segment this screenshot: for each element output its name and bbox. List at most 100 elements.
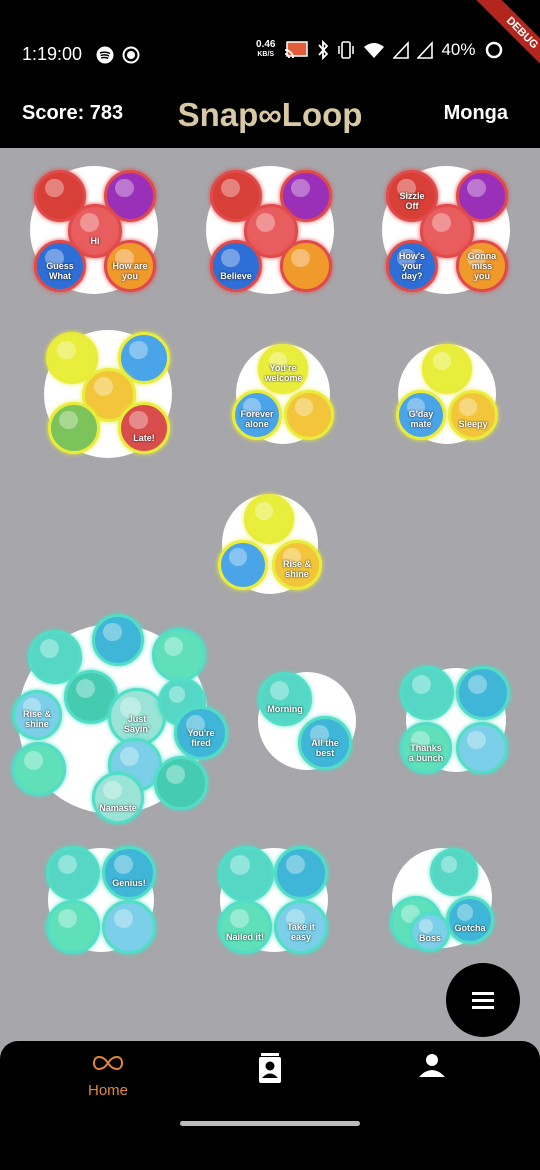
sticker-highlight bbox=[411, 674, 431, 694]
sticker[interactable]: How are you bbox=[104, 240, 156, 292]
person-icon bbox=[419, 1054, 445, 1077]
sticker[interactable] bbox=[218, 540, 268, 590]
sticker[interactable]: Rise & shine bbox=[12, 690, 62, 740]
sticker-grid: Hi Guess What How are you Believe Sizzle Off… bbox=[0, 148, 540, 1041]
sticker-caption: Genius! bbox=[112, 878, 146, 889]
sticker[interactable] bbox=[284, 390, 334, 440]
sticker-caption: How are you bbox=[112, 260, 148, 281]
sticker-highlight bbox=[467, 730, 486, 749]
sticker[interactable] bbox=[456, 722, 508, 774]
sticker[interactable]: Gotcha bbox=[446, 896, 494, 944]
sticker[interactable] bbox=[92, 614, 144, 666]
sticker[interactable]: Boss bbox=[410, 912, 450, 952]
sticker-caption: Sizzle Off bbox=[399, 190, 425, 211]
sticker[interactable]: You're welcome bbox=[258, 344, 308, 394]
sticker[interactable]: Namaste bbox=[92, 772, 144, 824]
sticker-cluster[interactable]: Rise & shine bbox=[216, 494, 324, 594]
sticker-highlight bbox=[119, 746, 139, 766]
sticker[interactable] bbox=[430, 848, 478, 896]
status-time: 1:19:00 bbox=[22, 44, 83, 64]
sticker-caption: Rise & shine bbox=[282, 559, 311, 580]
sticker-cluster[interactable]: Hi Guess What How are you bbox=[30, 166, 158, 294]
sticker[interactable]: Rise & shine bbox=[272, 540, 322, 590]
sticker-highlight bbox=[57, 340, 76, 359]
sticker[interactable] bbox=[152, 628, 206, 682]
vibrate-icon bbox=[338, 41, 355, 59]
sticker[interactable] bbox=[48, 402, 100, 454]
record-icon bbox=[122, 46, 140, 64]
nav-item-contacts[interactable] bbox=[210, 1053, 330, 1090]
sticker[interactable]: Genius! bbox=[102, 846, 156, 900]
sticker-highlight bbox=[168, 686, 186, 703]
sticker[interactable]: Thanks a bunch bbox=[400, 722, 452, 774]
sticker-cluster[interactable]: Nailed it! Take it easy bbox=[218, 846, 330, 954]
sticker-highlight bbox=[115, 178, 134, 197]
sticker[interactable]: All the best bbox=[298, 716, 352, 770]
sticker[interactable]: Morning bbox=[258, 672, 312, 726]
sticker[interactable] bbox=[46, 846, 100, 900]
sticker-caption: Gonna miss you bbox=[467, 250, 497, 281]
sticker[interactable]: Take it easy bbox=[274, 900, 328, 954]
sticker-highlight bbox=[163, 636, 183, 656]
menu-fab-button[interactable] bbox=[446, 963, 520, 1037]
sticker[interactable]: Forever alone bbox=[232, 390, 282, 440]
sticker-highlight bbox=[228, 548, 247, 566]
sticker[interactable] bbox=[456, 666, 510, 720]
sticker-highlight bbox=[467, 674, 487, 694]
sticker-highlight bbox=[229, 908, 249, 928]
username-label[interactable]: Monga bbox=[444, 102, 508, 125]
sticker[interactable]: You're fired bbox=[174, 706, 228, 760]
sticker[interactable]: G'day mate bbox=[396, 390, 446, 440]
sticker[interactable]: Late! bbox=[118, 402, 170, 454]
sticker-caption: Late! bbox=[133, 432, 155, 443]
wifi-icon bbox=[364, 43, 385, 58]
battery-icon bbox=[485, 41, 502, 59]
sticker[interactable] bbox=[102, 900, 156, 954]
sticker-highlight bbox=[254, 502, 273, 520]
sticker[interactable]: Guess What bbox=[34, 240, 86, 292]
sticker[interactable]: Gonna miss you bbox=[456, 240, 508, 292]
sticker-highlight bbox=[59, 410, 78, 429]
sticker[interactable]: Nailed it! bbox=[218, 900, 272, 954]
sticker-cluster[interactable]: You're welcome Forever alone bbox=[230, 344, 336, 444]
sticker-caption: G'day mate bbox=[408, 409, 434, 430]
sticker[interactable] bbox=[154, 756, 208, 810]
sticker-caption: Hi bbox=[90, 236, 100, 247]
sticker-cluster[interactable]: Genius! bbox=[46, 846, 156, 954]
sticker-highlight bbox=[57, 854, 77, 874]
sticker-highlight bbox=[129, 410, 148, 429]
sticker-cluster[interactable]: Thanks a bunch bbox=[400, 666, 512, 774]
app-bar: Score: 783 Snap∞Loop Monga bbox=[0, 96, 540, 148]
sticker-highlight bbox=[113, 908, 133, 928]
sticker-caption: How's your day? bbox=[398, 250, 426, 281]
signal-icon-2 bbox=[417, 41, 434, 59]
nav-item-profile[interactable] bbox=[372, 1053, 492, 1084]
nav-item-home[interactable]: Home bbox=[48, 1053, 168, 1099]
sticker-caption: Just Sayin' bbox=[123, 713, 151, 734]
sticker[interactable] bbox=[218, 846, 274, 902]
sticker-cluster[interactable]: Morning All the best bbox=[258, 672, 356, 770]
sticker[interactable] bbox=[46, 900, 100, 954]
sticker[interactable] bbox=[12, 742, 66, 796]
sticker-highlight bbox=[255, 212, 275, 232]
sticker-cluster[interactable]: Gotcha Boss bbox=[390, 848, 494, 952]
sticker[interactable] bbox=[274, 846, 328, 900]
sticker-highlight bbox=[113, 854, 133, 874]
sticker[interactable]: How's your day? bbox=[386, 240, 438, 292]
sticker[interactable]: Sleepy bbox=[448, 390, 498, 440]
sticker-cluster[interactable]: Rise & shine Just Sayin' You're fired Namas… bbox=[8, 614, 228, 824]
sticker-caption: Namaste bbox=[99, 802, 137, 813]
sticker[interactable] bbox=[244, 494, 294, 544]
sticker[interactable] bbox=[280, 240, 332, 292]
sticker[interactable] bbox=[400, 666, 454, 720]
sticker-cluster[interactable]: Sizzle Off How's your day? Gonna miss you bbox=[382, 166, 510, 294]
sticker-cluster[interactable]: Believe bbox=[206, 166, 334, 294]
sticker-highlight bbox=[221, 248, 240, 267]
sticker-cluster[interactable]: G'day mate Sleepy bbox=[394, 344, 500, 444]
sticker[interactable] bbox=[422, 344, 472, 394]
sticker-caption: Thanks a bunch bbox=[408, 742, 444, 763]
sticker-cluster[interactable]: Late! bbox=[44, 330, 172, 458]
sticker[interactable]: Believe bbox=[210, 240, 262, 292]
sticker-caption: You're welcome bbox=[264, 363, 303, 384]
infinity-icon bbox=[92, 1056, 124, 1070]
